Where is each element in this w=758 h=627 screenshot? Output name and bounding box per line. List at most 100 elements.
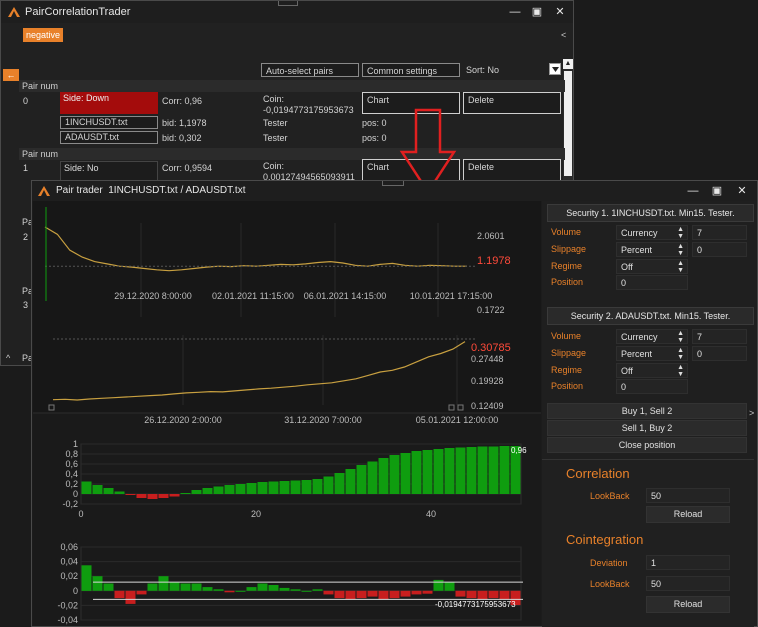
regime-select[interactable]: Off ▲ ▼ — [616, 363, 688, 378]
cointegration-chart-bar — [202, 587, 213, 591]
price-chart-2-x-tick: 05.01.2021 12:00:00 — [416, 415, 499, 425]
cointegration-chart-bar — [279, 587, 290, 591]
correlation-chart-y-tick: 0 — [73, 489, 78, 499]
cointegration-chart-bar — [411, 590, 422, 595]
cointegration-chart-bar — [477, 590, 488, 600]
buy1-sell2-button[interactable]: Buy 1, Sell 2 — [547, 403, 747, 419]
correlation-chart-y-tick: 0,2 — [65, 479, 78, 489]
volume-input[interactable]: 7 — [692, 329, 747, 344]
delete-button[interactable]: Delete — [463, 92, 561, 114]
correlation-chart-x-tick: 0 — [78, 509, 83, 519]
indicator-panel: Correlation LookBack 50 Reload Cointegra… — [542, 459, 754, 627]
position-value: 0 — [616, 275, 688, 290]
cointegration-chart-bar — [301, 590, 312, 592]
cointegration-chart-bar — [444, 582, 455, 591]
cointegration-chart-bar — [147, 583, 158, 591]
correlation-chart-bar — [488, 446, 499, 494]
corr-value: Corr: 0,96 — [162, 96, 203, 106]
maximize-icon[interactable]: ▣ — [530, 1, 544, 23]
cointegration-chart-bar — [257, 583, 268, 591]
mode1-label: Tester — [263, 118, 288, 128]
correlation-chart-bar — [92, 485, 103, 494]
correlation-chart-y-tick: 1 — [73, 439, 78, 449]
volume-type-select[interactable]: Currency ▲ ▼ — [616, 329, 688, 344]
cointegration-chart-bar — [224, 590, 235, 593]
regime-label: Regime — [551, 365, 583, 375]
correlation-chart-bar — [246, 483, 257, 494]
auto-select-pairs-button[interactable]: Auto-select pairs — [261, 63, 359, 77]
pair-num: 1 — [23, 163, 29, 173]
position-label: Position — [551, 277, 584, 287]
cointegration-reload-button[interactable]: Reload — [646, 596, 730, 613]
correlation-chart-bar — [356, 465, 367, 494]
charts-area[interactable]: 2.0601 0.1722 1.1978 29.12.2020 8:00:00 02.0… — [33, 201, 541, 626]
maximize-icon[interactable]: ▣ — [710, 180, 724, 202]
mode2-label: Tester — [263, 133, 288, 143]
correlation-reload-button[interactable]: Reload — [646, 506, 730, 523]
expand-panel-button[interactable]: > — [749, 408, 754, 418]
cointegration-title: Cointegration — [566, 532, 644, 547]
volume-label: Volume — [551, 227, 582, 237]
correlation-lookback-input[interactable]: 50 — [646, 488, 730, 503]
scroll-up-icon[interactable]: ▲ — [563, 59, 573, 69]
correlation-chart-bar — [180, 493, 191, 494]
correlation-chart-bar — [213, 486, 224, 494]
scroll-thumb[interactable] — [564, 71, 572, 176]
close-icon[interactable]: ✕ — [735, 180, 749, 202]
deviation-input[interactable]: 1 — [646, 555, 730, 570]
security1-button[interactable]: 1INCHUSDT.txt — [60, 116, 158, 129]
price-chart-1-x-tick: 06.01.2021 14:15:00 — [304, 291, 387, 301]
correlation-chart-bar — [169, 494, 180, 497]
correlation-chart-bar — [444, 448, 455, 494]
correlation-chart-bar — [279, 481, 290, 494]
cointegration-chart-y-tick: 0 — [73, 586, 78, 596]
slippage-type-select[interactable]: Percent ▲ ▼ — [616, 242, 688, 257]
cointegration-chart-bar — [213, 589, 224, 591]
cointegration-chart-bar — [103, 583, 114, 591]
slippage-input[interactable]: 0 — [692, 346, 747, 361]
sell1-buy2-button[interactable]: Sell 1, Buy 2 — [547, 420, 747, 436]
price-chart-1-x-tick: 10.01.2021 17:15:00 — [410, 291, 493, 301]
regime-label: Regime — [551, 261, 583, 271]
correlation-chart-bar — [103, 488, 114, 494]
app-logo-icon — [8, 7, 20, 17]
slippage-input[interactable]: 0 — [692, 242, 747, 257]
close-position-button[interactable]: Close position — [547, 437, 747, 453]
regime-select[interactable]: Off ▲ ▼ — [616, 259, 688, 274]
close-icon[interactable]: ✕ — [553, 1, 567, 23]
correlation-chart-x-tick: 40 — [426, 509, 436, 519]
cointegration-chart-bar — [334, 590, 345, 599]
drag-handle-icon[interactable] — [278, 1, 298, 6]
scroll-top-icon[interactable]: ^ — [6, 353, 10, 363]
slippage-type-select[interactable]: Percent ▲ ▼ — [616, 346, 688, 361]
cointegration-chart-bar — [191, 583, 202, 591]
slippage-label: Slippage — [551, 348, 587, 358]
correlation-chart-bar — [400, 453, 411, 494]
main-titlebar: PairCorrelationTrader — ▣ ✕ — [1, 1, 573, 23]
cointegration-chart-x-tick: -1 — [83, 625, 91, 626]
common-settings-button[interactable]: Common settings — [362, 63, 460, 77]
drag-handle-icon[interactable] — [382, 181, 404, 186]
correlation-chart-bar — [433, 449, 444, 494]
spinner-icon: ▲ ▼ — [677, 364, 684, 378]
minimize-icon[interactable]: — — [686, 180, 700, 202]
security2-button[interactable]: ADAUSDT.txt — [60, 131, 158, 144]
negative-badge[interactable]: negative — [23, 28, 64, 42]
cointegration-chart-x-tick: 39 — [420, 625, 430, 626]
delete-button[interactable]: Delete — [463, 159, 561, 181]
pos2-value: pos: 0 — [362, 133, 387, 143]
volume-type-select[interactable]: Currency ▲ ▼ — [616, 225, 688, 240]
lookback-label: LookBack — [590, 579, 630, 589]
minimize-icon[interactable]: — — [508, 1, 522, 23]
price-chart-2-y-tick: 0.27448 — [471, 354, 504, 364]
price-chart-1-y-tick: 0.1722 — [477, 305, 505, 315]
deviation-label: Deviation — [590, 558, 628, 568]
collapse-button[interactable]: < — [561, 30, 566, 40]
correlation-chart-bar — [455, 447, 466, 494]
price-chart-2-x-tick: 31.12.2020 7:00:00 — [284, 415, 362, 425]
cointegration-lookback-input[interactable]: 50 — [646, 576, 730, 591]
volume-input[interactable]: 7 — [692, 225, 747, 240]
security1-header: Security 1. 1INCHUSDT.txt. Min15. Tester… — [547, 204, 754, 222]
back-button[interactable]: ← — [3, 69, 19, 81]
sort-dropdown[interactable] — [549, 63, 561, 75]
